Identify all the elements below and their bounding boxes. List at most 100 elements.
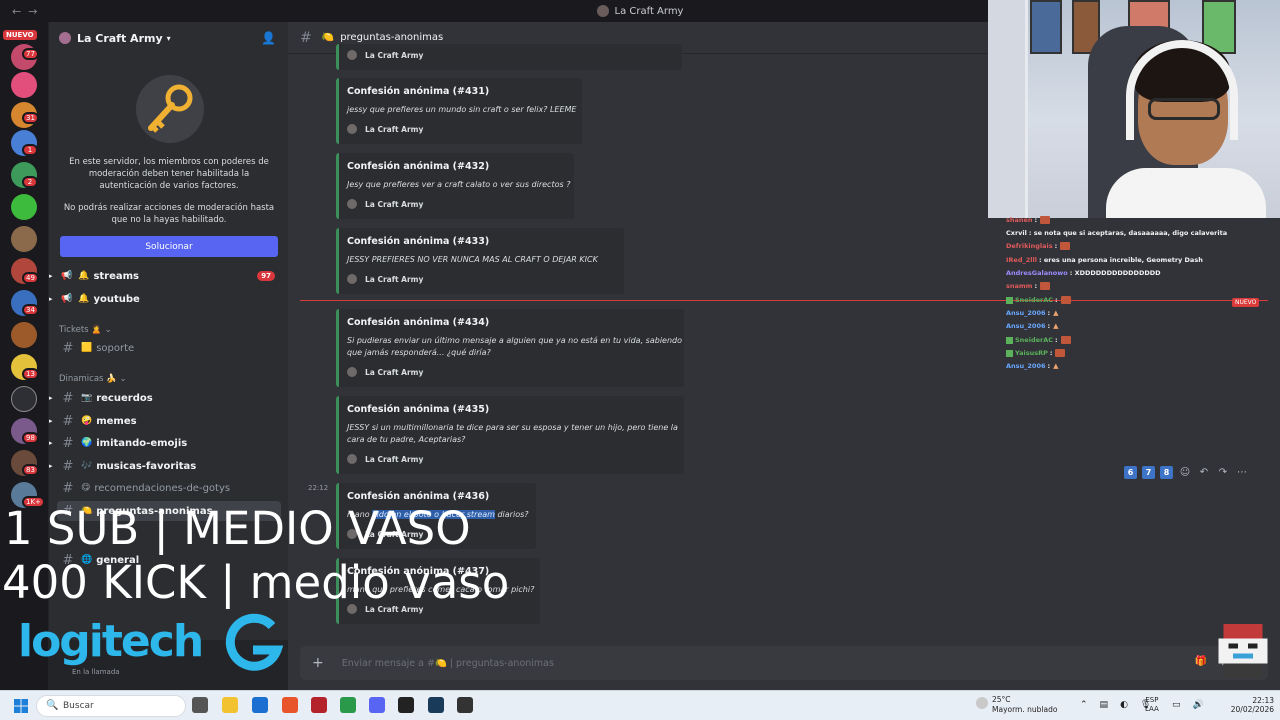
language-indicator[interactable]: ESP LAA <box>1145 696 1159 714</box>
channel-recuerdos[interactable]: ▸ # 📷 recuerdos <box>49 388 281 408</box>
invite-member-icon[interactable]: 👤 <box>261 31 276 45</box>
clock-time: 22:13 <box>1252 696 1274 705</box>
weather-widget[interactable]: 25°C Mayorm. nublado <box>976 695 1057 715</box>
message-embed: Confesión anónima (#435) JESSY si un mul… <box>336 396 684 474</box>
clock[interactable]: 22:13 20/02/2026 <box>1228 696 1274 714</box>
volume-icon[interactable]: 🔊 <box>1193 700 1204 710</box>
server-icon-10[interactable] <box>11 322 37 348</box>
channel-name: streams <box>93 270 140 282</box>
chevron-up-icon[interactable]: ⌃ <box>1080 700 1088 710</box>
stream-chat-line: YaisusRP: <box>1006 347 1066 359</box>
reaction-8[interactable]: 8 <box>1160 466 1173 479</box>
server-icon-6[interactable] <box>11 194 37 220</box>
lemon-icon: 🍋 <box>321 32 335 43</box>
tray-app-icon[interactable]: ◐ <box>1120 700 1128 710</box>
reaction-7[interactable]: 7 <box>1142 466 1155 479</box>
stream-chat-line: IRed_2lll: eres una persona increible, G… <box>1006 256 1203 264</box>
author-avatar <box>347 274 357 284</box>
channel-title: preguntas-anonimas <box>340 32 444 43</box>
emote-icon <box>1040 216 1051 224</box>
reaction-6[interactable]: 6 <box>1124 466 1137 479</box>
server-icon <box>59 32 71 44</box>
unread-indicator: ▸ <box>49 295 53 303</box>
channel-recomendaciones-de-gotys[interactable]: # 😋 recomendaciones-de-gotys <box>57 478 281 498</box>
server-icon-12[interactable] <box>11 386 37 412</box>
channel-emoji-icon: 📷 <box>81 393 93 403</box>
tray-app-icon[interactable]: ▤ <box>1100 700 1109 710</box>
shirt <box>1106 168 1266 218</box>
embed-footer: La Craft Army <box>347 50 423 60</box>
message-composer[interactable]: + Enviar mensaje a #🍋 | preguntas-anonim… <box>300 646 1268 680</box>
chat-user: YaisusRP <box>1015 349 1048 357</box>
logitech-g-logo <box>225 613 284 671</box>
key-icon <box>136 75 204 143</box>
chat-user: shanen <box>1006 216 1033 224</box>
channel-soporte[interactable]: # 🟨 soporte <box>57 338 281 358</box>
unread-indicator: ▸ <box>49 462 53 470</box>
emote-icon <box>1040 282 1051 290</box>
hash-icon: # <box>62 413 74 429</box>
task-view-icon[interactable] <box>192 697 208 713</box>
category-tickets[interactable]: Tickets 🙎 ⌄ <box>59 325 112 335</box>
stream-chat-line: Ansu_2006: ▲ <box>1006 362 1059 370</box>
server-icon-7[interactable] <box>11 226 37 252</box>
add-reaction-icon[interactable]: ☺ <box>1178 467 1192 478</box>
server-badge: 49 <box>22 272 39 284</box>
reply-icon[interactable]: ↶ <box>1197 467 1211 478</box>
channel-streams[interactable]: ▸ 📢 🔔 streams 97 <box>49 266 281 286</box>
message-embed: Confesión anónima (#434) Si pudieras env… <box>336 309 684 387</box>
room-door <box>988 0 1028 218</box>
more-icon[interactable]: ⋯ <box>1235 467 1249 478</box>
obs-icon[interactable] <box>398 697 414 713</box>
spreadsheet-icon[interactable] <box>340 697 356 713</box>
plus-icon[interactable]: + <box>312 655 324 671</box>
embed-body: Si pudieras enviar un último mensaje a a… <box>347 336 683 345</box>
fire-emote-icon: ▲ <box>1053 309 1059 317</box>
chat-user: Ansu_2006 <box>1006 322 1046 330</box>
channel-name: youtube <box>93 293 140 305</box>
epic-games-icon[interactable] <box>457 697 473 713</box>
embed-author: La Craft Army <box>365 274 424 284</box>
channel-memes[interactable]: ▸ # 🤪 memes <box>49 411 281 431</box>
bell-icon: 🔔 <box>78 294 90 304</box>
channel-musicas-favoritas[interactable]: ▸ # 🎶 musicas-favoritas <box>49 456 281 476</box>
announcement-icon: 📢 <box>61 271 73 281</box>
channel-youtube[interactable]: ▸ 📢 🔔 youtube <box>49 289 281 309</box>
server-icon-2[interactable] <box>11 72 37 98</box>
solve-button[interactable]: Solucionar <box>60 236 278 257</box>
server-badge: 83 <box>22 464 39 476</box>
channel-name: soporte <box>96 342 135 354</box>
discord-icon[interactable] <box>369 697 385 713</box>
hash-icon: # <box>62 390 74 406</box>
embed-footer: La Craft Army <box>347 124 423 134</box>
gift-icon[interactable]: 🎁 <box>1195 656 1207 667</box>
steam-icon[interactable] <box>428 697 444 713</box>
channel-imitando-emojis[interactable]: ▸ # 🌍 imitando-emojis <box>49 433 281 453</box>
embed-body-line2: que jamás responderá... ¿qué diría? <box>347 348 491 357</box>
stream-chat-line: Cxrvil: se nota que si aceptaras, dasaaa… <box>1006 229 1228 237</box>
unread-indicator: ▸ <box>49 417 53 425</box>
poster <box>1030 0 1062 54</box>
weather-temp: 25°C <box>992 695 1011 704</box>
taskbar-search[interactable]: 🔍 Buscar <box>36 695 186 717</box>
chat-user: IRed_2lll <box>1006 256 1037 264</box>
file-explorer-icon[interactable] <box>222 697 238 713</box>
channel-emoji-icon: 🤪 <box>81 416 93 426</box>
chat-user: Cxrvil <box>1006 229 1027 237</box>
chat-user: SneiderAC <box>1015 296 1054 304</box>
new-messages-divider <box>300 300 1268 301</box>
badge-icon <box>1006 296 1013 304</box>
store-icon[interactable] <box>252 697 268 713</box>
category-dinamicas[interactable]: Dinamicas 🍌 ⌄ <box>59 374 127 384</box>
brave-browser-icon[interactable] <box>282 697 298 713</box>
windows-start-icon[interactable] <box>14 699 28 713</box>
server-header[interactable]: La Craft Army ▾ 👤 <box>49 22 288 54</box>
embed-footer: La Craft Army <box>347 274 423 284</box>
network-icon[interactable]: ▭ <box>1172 700 1181 710</box>
server-badge: 2 <box>22 176 38 188</box>
forward-icon[interactable]: ↷ <box>1216 467 1230 478</box>
server-badge: 98 <box>22 432 39 444</box>
badge-icon <box>1006 349 1013 357</box>
back-arrow-icon[interactable]: ← → <box>12 5 37 18</box>
app-icon[interactable] <box>311 697 327 713</box>
